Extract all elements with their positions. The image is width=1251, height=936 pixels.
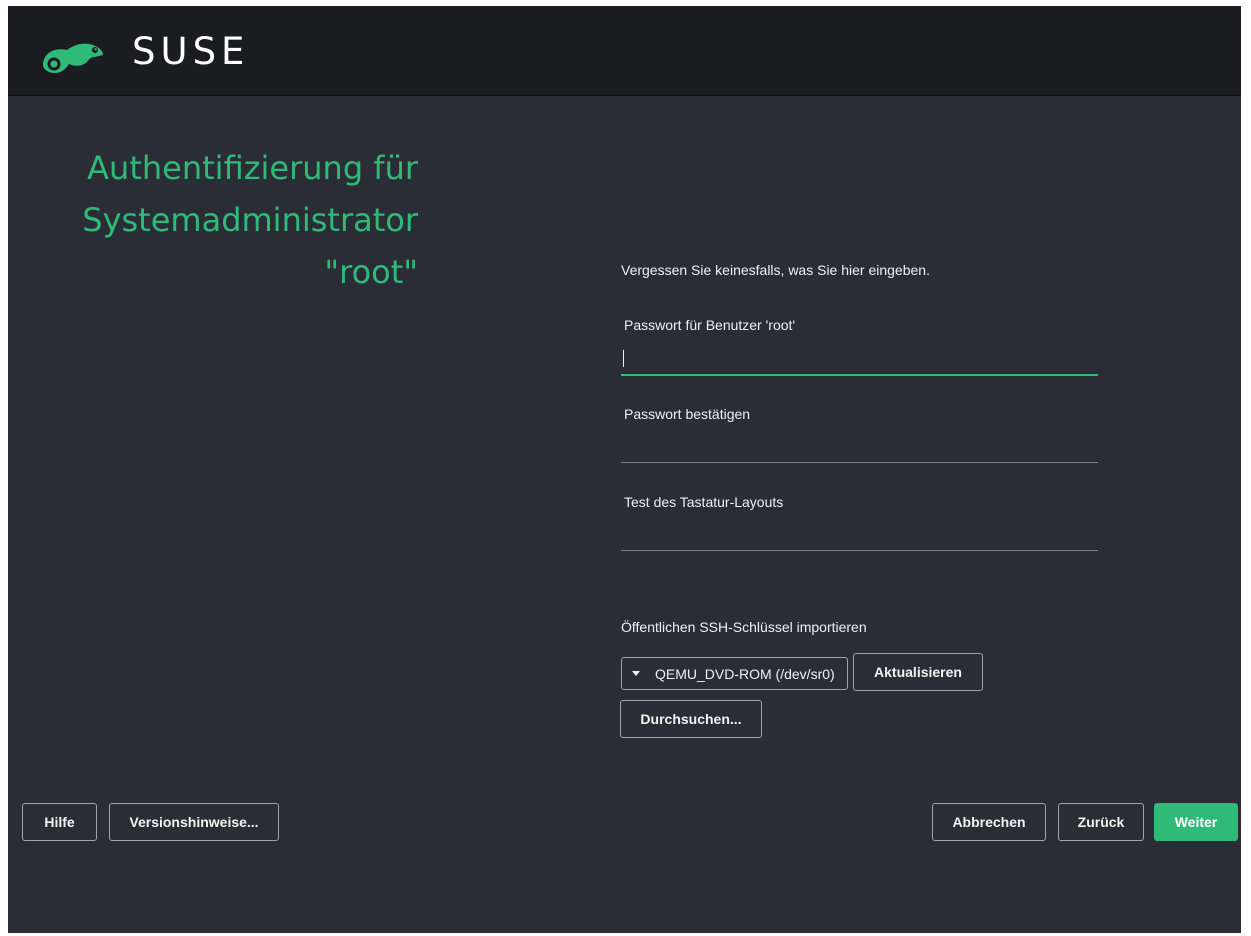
refresh-button[interactable]: Aktualisieren xyxy=(853,653,983,691)
page-title: Authentifizierung für Systemadministrato… xyxy=(8,142,418,298)
suse-chameleon-icon xyxy=(43,43,103,73)
top-bar: SUSE xyxy=(8,6,1241,96)
abort-button[interactable]: Abbrechen xyxy=(932,803,1046,841)
ssh-device-select[interactable]: QEMU_DVD-ROM (/dev/sr0) xyxy=(621,657,848,690)
hint-text: Vergessen Sie keinesfalls, was Sie hier … xyxy=(621,262,930,278)
page-title-line: Authentifizierung für xyxy=(87,149,418,187)
help-button[interactable]: Hilfe xyxy=(22,803,97,841)
page-title-line: Systemadministrator xyxy=(82,201,418,239)
password-label: Passwort für Benutzer 'root' xyxy=(624,317,796,333)
keyboard-test-field[interactable] xyxy=(621,522,1098,551)
installer-window: SUSE Authentifizierung für Systemadminis… xyxy=(8,6,1241,933)
next-button[interactable]: Weiter xyxy=(1154,803,1238,841)
confirm-password-field[interactable] xyxy=(621,434,1098,463)
browse-button[interactable]: Durchsuchen... xyxy=(620,700,762,738)
ssh-device-value: QEMU_DVD-ROM (/dev/sr0) xyxy=(655,665,835,682)
back-button[interactable]: Zurück xyxy=(1058,803,1144,841)
keyboard-test-label: Test des Tastatur-Layouts xyxy=(624,494,784,510)
confirm-password-label: Passwort bestätigen xyxy=(624,406,751,422)
release-notes-button[interactable]: Versionshinweise... xyxy=(109,803,279,841)
password-field[interactable] xyxy=(621,346,1098,376)
suse-logo-text: SUSE xyxy=(132,30,250,73)
page-title-line: "root" xyxy=(324,253,418,291)
ssh-key-label: Öffentlichen SSH-Schlüssel importieren xyxy=(621,619,867,635)
dropdown-arrow-icon xyxy=(632,671,640,676)
text-cursor xyxy=(623,350,624,367)
